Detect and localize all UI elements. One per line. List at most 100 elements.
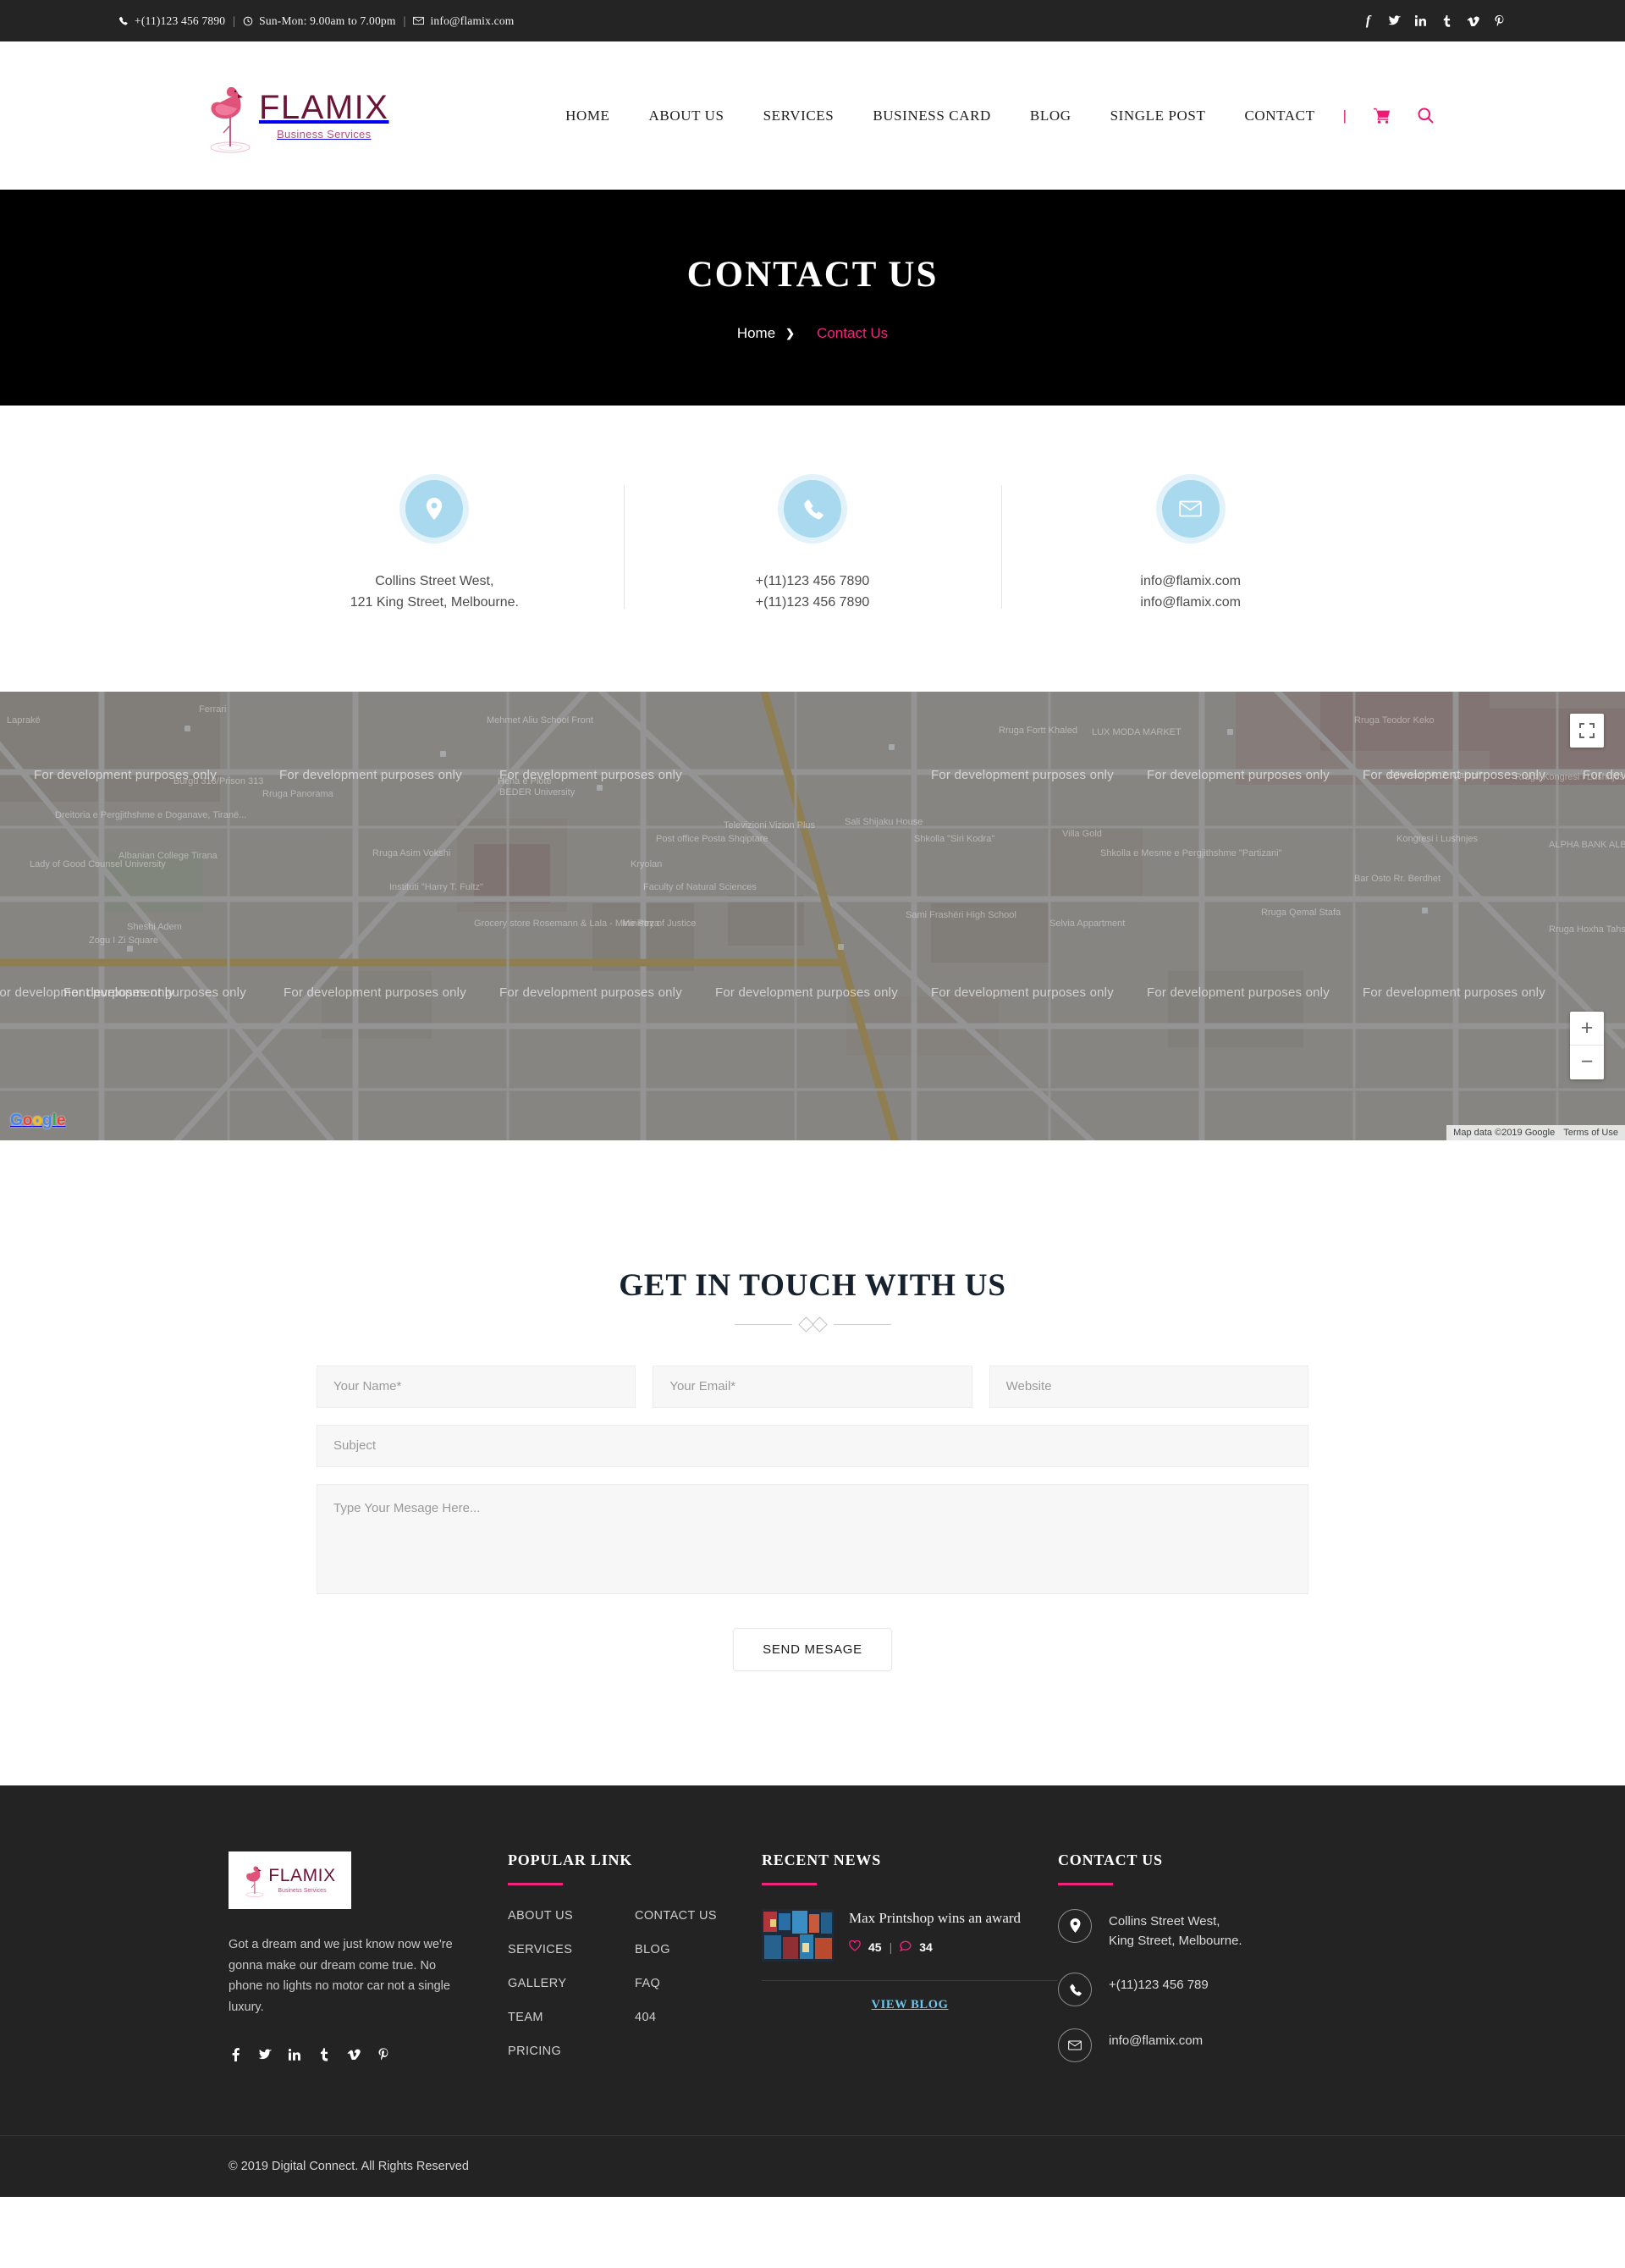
map-fullscreen-button[interactable] (1570, 713, 1604, 748)
contact-info-section: Collins Street West, 121 King Street, Me… (0, 406, 1625, 692)
footer-link-contact-us[interactable]: CONTACT US (635, 1909, 762, 1923)
map-watermark: For development purposes only (499, 985, 682, 1000)
twitter-icon[interactable] (1387, 14, 1402, 28)
nav-item-services[interactable]: SERVICES (744, 108, 854, 124)
site-footer: FLAMIX Business Services Got a dream and… (0, 1785, 1625, 2198)
google-map[interactable]: For development purposes only For develo… (0, 691, 1625, 1140)
map-attribution: Map data ©2019 Google Terms of Use (1446, 1124, 1625, 1140)
nav-item-home[interactable]: HOME (546, 108, 629, 124)
footer-popular-link-column: POPULAR LINK ABOUT US SERVICES GALLERY T… (508, 1851, 762, 2085)
message-textarea[interactable] (317, 1483, 1308, 1594)
top-hours-text: Sun-Mon: 9.00am to 7.00pm (259, 14, 396, 27)
phone-icon (1058, 1973, 1092, 2007)
footer-recent-news-column: RECENT NEWS Max Printshop wins an award … (762, 1851, 1058, 2085)
map-poi-marker (127, 945, 133, 952)
website-input[interactable] (989, 1365, 1308, 1408)
facebook-icon[interactable]: f (1361, 14, 1375, 28)
footer-link-about-us[interactable]: ABOUT US (508, 1909, 635, 1923)
footer-link-services[interactable]: SERVICES (508, 1943, 635, 1956)
linkedin-icon[interactable] (1413, 14, 1428, 28)
footer-link-pricing[interactable]: PRICING (508, 2045, 635, 2058)
footer-link-faq[interactable]: FAQ (635, 1977, 762, 1990)
map-street-label: Sami Frashëri High School (906, 909, 1016, 920)
form-title: GET IN TOUCH WITH US (619, 1267, 1006, 1303)
contact-card-address: Collins Street West, 121 King Street, Me… (245, 480, 624, 614)
nav-item-single-post[interactable]: SINGLE POST (1091, 108, 1226, 124)
site-logo[interactable]: FLAMIX Business Services (203, 77, 388, 155)
tumblr-icon[interactable] (1440, 14, 1454, 28)
map-street-label: Rruga Fortt Khaled (999, 725, 1077, 736)
email-input[interactable] (653, 1365, 972, 1408)
nav-item-blog[interactable]: BLOG (1011, 108, 1091, 124)
map-zoom-in-button[interactable]: + (1570, 1012, 1604, 1046)
nav-item-contact[interactable]: CONTACT (1225, 108, 1334, 124)
nav-item-business-card[interactable]: BUSINESS CARD (853, 108, 1011, 124)
map-street-label: Post office Posta Shqiptare (656, 833, 768, 844)
subject-input[interactable] (317, 1424, 1308, 1467)
footer-link-blog[interactable]: BLOG (635, 1943, 762, 1956)
ornament-line-right (833, 1323, 891, 1325)
map-street-label: Selvia Appartment (1049, 918, 1126, 929)
nav-item-about-us[interactable]: ABOUT US (630, 108, 744, 124)
pinterest-icon[interactable] (1492, 14, 1507, 28)
breadcrumb-home[interactable]: Home (737, 325, 775, 342)
contact-address-line2: 121 King Street, Melbourne. (350, 594, 519, 610)
map-street-label: Kryolan (631, 858, 663, 869)
facebook-icon[interactable] (229, 2047, 242, 2061)
footer-about-text: Got a dream and we just know now we're g… (229, 1937, 453, 2015)
footer-contact-address: Collins Street West, King Street, Melbou… (1058, 1908, 1396, 1951)
search-icon[interactable] (1404, 108, 1447, 124)
map-street-label: Lady of Good Counsel University (30, 858, 166, 869)
top-phone: +(11)123 456 7890 (118, 14, 225, 28)
send-message-button[interactable]: SEND MESAGE (733, 1627, 892, 1671)
footer-link-team[interactable]: TEAM (508, 2011, 635, 2024)
pinterest-icon[interactable] (377, 2047, 390, 2061)
footer-address-line1: Collins Street West, (1109, 1913, 1220, 1929)
footer-heading-recent-news: RECENT NEWS (762, 1851, 882, 1868)
map-watermark: For development purposes only (1363, 985, 1545, 1000)
footer-contact-email: info@flamix.com (1058, 2028, 1396, 2063)
vimeo-icon[interactable] (1466, 14, 1480, 28)
footer-link-404[interactable]: 404 (635, 2011, 762, 2024)
cart-icon[interactable] (1360, 108, 1404, 124)
envelope-icon (413, 16, 425, 25)
map-zoom-out-button[interactable]: − (1570, 1046, 1604, 1079)
map-street-label: Kongresi i Lushnjes (1396, 833, 1479, 844)
copyright-text: © 2019 Digital Connect. All Rights Reser… (229, 2160, 469, 2174)
map-dim-overlay (0, 691, 1625, 1140)
map-terms-link[interactable]: Terms of Use (1563, 1128, 1618, 1138)
top-sep-2: | (403, 14, 406, 27)
view-blog-link[interactable]: VIEW BLOG (762, 1998, 1058, 2012)
vimeo-icon[interactable] (347, 2047, 361, 2061)
map-street-label: Instituti "Harry T. Fultz" (389, 881, 483, 892)
news-likes-count: 45 (868, 1940, 882, 1954)
map-poi-marker (597, 784, 603, 791)
diamond-icon (811, 1316, 828, 1333)
footer-heading-popular-link: POPULAR LINK (508, 1851, 633, 1868)
twitter-icon[interactable] (258, 2047, 272, 2061)
map-street-label: Grocery store Rosemann & Lala - Mine Pez… (474, 918, 659, 929)
footer-logo[interactable]: FLAMIX Business Services (229, 1851, 351, 1909)
map-street-label: Faculty of Natural Sciences (643, 881, 757, 892)
top-email: info@flamix.com (413, 14, 514, 28)
linkedin-icon[interactable] (288, 2047, 301, 2061)
map-street-label: Laprakë (7, 715, 41, 726)
google-logo[interactable]: G o o g l e (10, 1112, 65, 1130)
footer-about-column: FLAMIX Business Services Got a dream and… (229, 1851, 508, 2085)
breadcrumb: Home ❯ Contact Us (737, 325, 888, 342)
tumblr-icon[interactable] (317, 2047, 331, 2061)
name-input[interactable] (317, 1365, 636, 1408)
news-comments-count: 34 (919, 1940, 933, 1954)
map-zoom-controls[interactable]: + − (1570, 1011, 1604, 1079)
map-street-label: Mehmet Aliu School Front (487, 715, 593, 726)
top-contact-info: +(11)123 456 7890 | Sun-Mon: 9.00am to 7… (118, 14, 515, 28)
news-title[interactable]: Max Printshop wins an award (849, 1909, 1058, 1929)
map-watermark: For development purposes only (1147, 985, 1330, 1000)
contact-phone-line1: +(11)123 456 7890 (755, 574, 870, 588)
chevron-right-icon: ❯ (785, 326, 796, 339)
news-item[interactable]: Max Printshop wins an award 45 | 34 (762, 1908, 1058, 1962)
contact-email-line1: info@flamix.com (1140, 574, 1241, 588)
footer-address-line2: King Street, Melbourne. (1109, 1933, 1242, 1948)
map-street-label: Bar Osto Rr. Berdhet (1354, 873, 1441, 884)
footer-link-gallery[interactable]: GALLERY (508, 1977, 635, 1990)
